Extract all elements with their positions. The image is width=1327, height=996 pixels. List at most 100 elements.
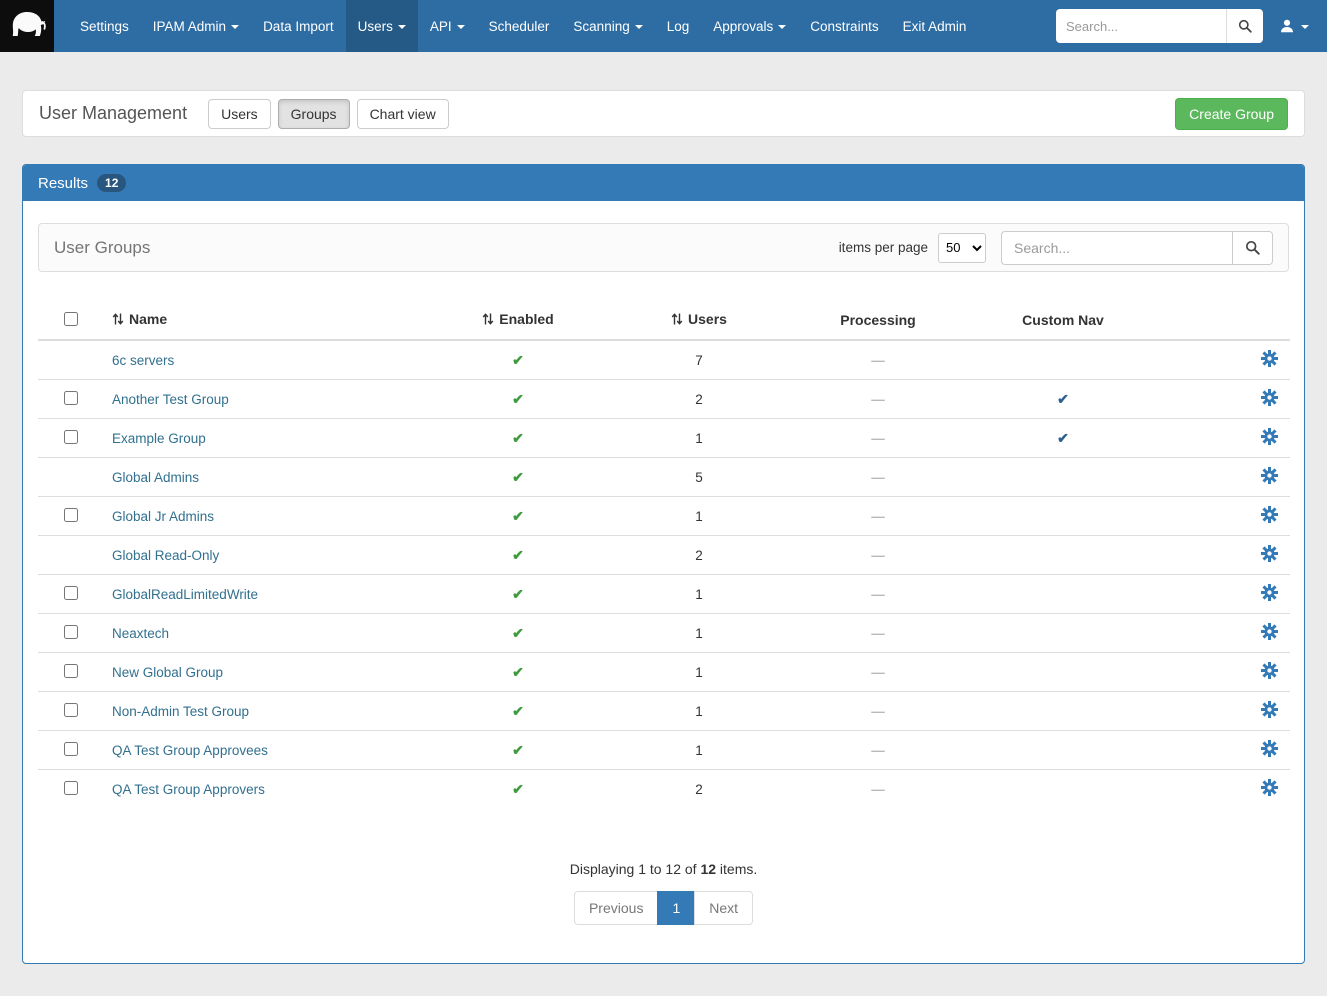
cell-users: 1: [608, 692, 790, 731]
nav-menu: Settings IPAM Admin Data Import Users AP…: [68, 0, 978, 52]
group-name-link[interactable]: Another Test Group: [112, 392, 229, 407]
column-label-users: Users: [688, 311, 727, 327]
cell-actions: [1160, 380, 1290, 419]
processing-status: —: [871, 704, 885, 719]
items-per-page-select[interactable]: 50: [938, 233, 986, 263]
table-header-row: Name Enabled: [38, 301, 1290, 340]
group-name-link[interactable]: QA Test Group Approvers: [112, 782, 265, 797]
row-checkbox[interactable]: [64, 625, 78, 639]
cell-checkbox: [38, 770, 104, 809]
enabled-check-icon: ✔: [512, 352, 524, 368]
results-summary: Displaying 1 to 12 of 12 items.: [38, 861, 1289, 877]
user-menu[interactable]: [1263, 18, 1317, 34]
gear-icon[interactable]: [1261, 662, 1278, 682]
nav-item-exit-admin[interactable]: Exit Admin: [891, 0, 979, 52]
caret-down-icon: [778, 25, 786, 29]
gear-icon[interactable]: [1261, 467, 1278, 487]
gear-icon[interactable]: [1261, 623, 1278, 643]
cell-users: 2: [608, 380, 790, 419]
navbar-search-input[interactable]: [1056, 9, 1226, 43]
pagination-previous[interactable]: Previous: [574, 891, 658, 925]
nav-item-constraints[interactable]: Constraints: [798, 0, 890, 52]
group-name-link[interactable]: New Global Group: [112, 665, 223, 680]
create-group-button[interactable]: Create Group: [1175, 98, 1288, 130]
nav-item-approvals[interactable]: Approvals: [701, 0, 798, 52]
cell-custom-nav: ✔: [966, 380, 1160, 419]
column-header-processing: Processing: [790, 301, 966, 340]
column-label-processing: Processing: [840, 312, 915, 328]
results-count-badge: 12: [97, 174, 126, 192]
group-name-link[interactable]: Global Admins: [112, 470, 199, 485]
nav-item-label: Exit Admin: [903, 19, 967, 34]
row-checkbox[interactable]: [64, 508, 78, 522]
navbar-search-button[interactable]: [1226, 9, 1263, 43]
gear-icon[interactable]: [1261, 701, 1278, 721]
app-logo[interactable]: [0, 0, 54, 52]
cell-enabled: ✔: [428, 497, 608, 536]
pagination-next[interactable]: Next: [694, 891, 753, 925]
group-name-link[interactable]: 6c servers: [112, 353, 174, 368]
cell-processing: —: [790, 614, 966, 653]
cell-actions: [1160, 731, 1290, 770]
cell-checkbox: [38, 380, 104, 419]
row-checkbox[interactable]: [64, 664, 78, 678]
nav-item-scanning[interactable]: Scanning: [561, 0, 654, 52]
enabled-check-icon: ✔: [512, 625, 524, 641]
gear-icon[interactable]: [1261, 350, 1278, 370]
users-count: 5: [695, 470, 703, 485]
row-checkbox[interactable]: [64, 742, 78, 756]
table-search-button[interactable]: [1233, 231, 1273, 265]
row-checkbox[interactable]: [64, 586, 78, 600]
enabled-check-icon: ✔: [512, 469, 524, 485]
gear-icon[interactable]: [1261, 389, 1278, 409]
column-header-name[interactable]: Name: [104, 301, 428, 340]
row-checkbox[interactable]: [64, 703, 78, 717]
nav-item-data-import[interactable]: Data Import: [251, 0, 346, 52]
gear-icon[interactable]: [1261, 506, 1278, 526]
table-search-input[interactable]: [1001, 231, 1233, 265]
cell-actions: [1160, 692, 1290, 731]
tab-chart-view[interactable]: Chart view: [357, 99, 449, 129]
column-header-users[interactable]: Users: [608, 301, 790, 340]
table-row: Example Group ✔ 1 — ✔: [38, 419, 1290, 458]
results-panel-body: User Groups items per page 50: [23, 201, 1304, 963]
nav-item-settings[interactable]: Settings: [68, 0, 141, 52]
tab-users[interactable]: Users: [208, 99, 271, 129]
gear-icon[interactable]: [1261, 428, 1278, 448]
sort-icon: [112, 312, 124, 329]
row-checkbox[interactable]: [64, 391, 78, 405]
processing-status: —: [871, 587, 885, 602]
gear-icon[interactable]: [1261, 545, 1278, 565]
cell-enabled: ✔: [428, 419, 608, 458]
group-name-link[interactable]: Global Read-Only: [112, 548, 219, 563]
row-checkbox[interactable]: [64, 781, 78, 795]
cell-actions: [1160, 419, 1290, 458]
column-header-enabled[interactable]: Enabled: [428, 301, 608, 340]
group-name-link[interactable]: Non-Admin Test Group: [112, 704, 249, 719]
select-all-checkbox[interactable]: [64, 312, 78, 326]
group-name-link[interactable]: Example Group: [112, 431, 206, 446]
group-name-link[interactable]: GlobalReadLimitedWrite: [112, 587, 258, 602]
nav-item-scheduler[interactable]: Scheduler: [477, 0, 562, 52]
group-name-link[interactable]: Global Jr Admins: [112, 509, 214, 524]
group-name-link[interactable]: QA Test Group Approvees: [112, 743, 268, 758]
enabled-check-icon: ✔: [512, 742, 524, 758]
row-checkbox[interactable]: [64, 430, 78, 444]
nav-item-log[interactable]: Log: [655, 0, 702, 52]
cell-name: QA Test Group Approvers: [104, 770, 428, 809]
cell-name: New Global Group: [104, 653, 428, 692]
nav-right: [1056, 0, 1327, 52]
pagination-page-1[interactable]: 1: [657, 891, 695, 925]
nav-item-ipam-admin[interactable]: IPAM Admin: [141, 0, 251, 52]
cell-name: Global Read-Only: [104, 536, 428, 575]
gear-icon[interactable]: [1261, 779, 1278, 799]
nav-item-users[interactable]: Users: [346, 0, 418, 52]
user-groups-toolbar: User Groups items per page 50: [38, 223, 1289, 272]
group-name-link[interactable]: Neaxtech: [112, 626, 169, 641]
cell-processing: —: [790, 497, 966, 536]
enabled-check-icon: ✔: [512, 508, 524, 524]
gear-icon[interactable]: [1261, 740, 1278, 760]
nav-item-api[interactable]: API: [418, 0, 477, 52]
gear-icon[interactable]: [1261, 584, 1278, 604]
tab-groups[interactable]: Groups: [278, 99, 350, 129]
